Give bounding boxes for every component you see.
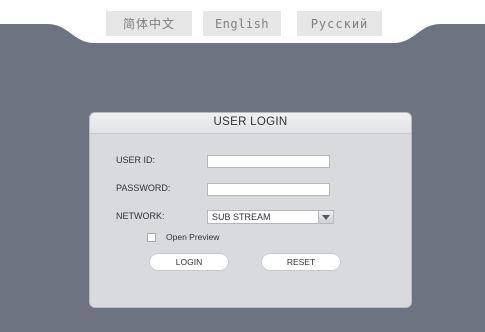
language-tab-english[interactable]: English <box>203 11 281 36</box>
login-button[interactable]: LOGIN <box>149 253 229 271</box>
open-preview-label: Open Preview <box>166 232 220 242</box>
language-tab-chinese[interactable]: 简体中文 <box>106 11 192 36</box>
reset-button[interactable]: RESET <box>261 253 341 271</box>
login-title: USER LOGIN <box>213 116 288 128</box>
network-select[interactable]: SUB STREAM <box>207 210 334 224</box>
language-tab-russian[interactable]: Русский <box>297 11 382 36</box>
network-label: NETWORK: <box>116 211 165 221</box>
password-input[interactable] <box>207 183 330 196</box>
login-panel-header: USER LOGIN <box>90 113 411 134</box>
user-id-label: USER ID: <box>116 155 156 165</box>
open-preview-checkbox[interactable] <box>147 233 156 242</box>
dropdown-arrow-icon[interactable] <box>318 211 333 223</box>
login-panel: USER LOGIN USER ID: PASSWORD: NETWORK: S… <box>90 113 411 307</box>
network-select-value: SUB STREAM <box>212 212 271 222</box>
user-id-input[interactable] <box>207 155 330 168</box>
password-label: PASSWORD: <box>116 183 171 193</box>
